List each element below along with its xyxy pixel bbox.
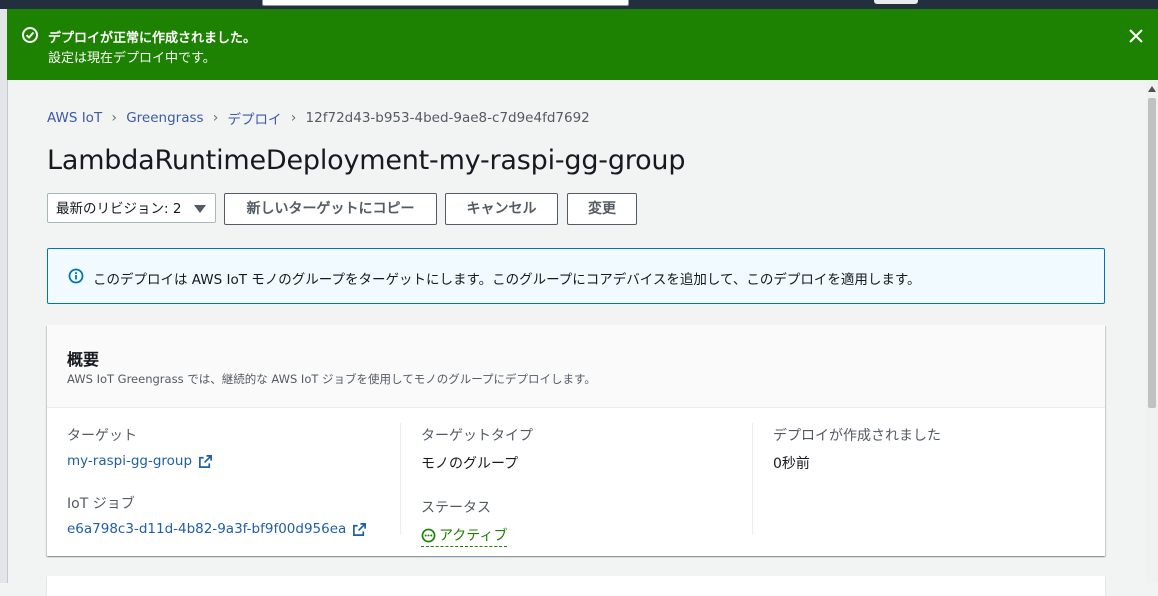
breadcrumb: AWS IoT › Greengrass › デプロイ › 12f72d43-b… [47,108,590,128]
info-alert: このデプロイは AWS IoT モノのグループをターゲットにします。このグループ… [47,248,1105,304]
close-icon[interactable] [1127,27,1145,45]
overview-header: 概要 AWS IoT Greengrass では、継続的な AWS IoT ジョ… [47,325,1105,408]
scroll-up-arrow-icon[interactable] [1148,86,1156,92]
success-flashbar: デプロイが正常に作成されました。 設定は現在デプロイ中です。 [7,9,1158,80]
page-title: LambdaRuntimeDeployment-my-raspi-gg-grou… [47,145,686,176]
overview-column-1: ターゲット my-raspi-gg-group IoT ジョブ e6a798c3… [67,425,367,537]
overview-column-3: デプロイが作成されました 0秒前 [773,425,941,473]
side-navigation-collapsed[interactable] [0,9,8,583]
status-badge[interactable]: アクティブ [421,525,508,547]
revision-select-value: 最新のリビジョン: 2 [56,201,182,217]
target-type-value: モノのグループ [421,456,519,472]
caret-down-icon [194,205,206,213]
target-link[interactable]: my-raspi-gg-group [67,453,367,469]
chevron-right-icon: › [212,110,219,126]
chevron-right-icon: › [111,110,117,126]
column-divider [752,423,753,535]
overview-description: AWS IoT Greengrass では、継続的な AWS IoT ジョブを使… [67,372,596,386]
created-label: デプロイが作成されました [773,428,941,444]
iot-job-value[interactable]: e6a798c3-d11d-4b82-9a3f-bf9f00d956ea [67,521,346,537]
scrollbar[interactable] [1146,82,1158,583]
overview-panel: 概要 AWS IoT Greengrass では、継続的な AWS IoT ジョ… [47,325,1105,556]
breadcrumb-greengrass[interactable]: Greengrass [126,110,203,126]
created-value: 0秒前 [773,456,810,472]
chevron-right-icon: › [290,110,297,126]
cancel-button[interactable]: キャンセル [445,193,558,225]
check-circle-icon [22,27,38,43]
info-icon [68,268,84,284]
change-button[interactable]: 変更 [567,193,637,225]
overview-title: 概要 [67,350,100,369]
search-input[interactable] [262,0,629,6]
breadcrumb-aws-iot[interactable]: AWS IoT [47,110,102,126]
breadcrumb-current: 12f72d43-b953-4bed-9ae8-c7d9e4fd7692 [305,110,590,126]
top-navigation-bar [0,0,1158,9]
in-progress-icon [421,528,436,542]
breadcrumb-deployments[interactable]: デプロイ [228,108,282,128]
external-link-icon[interactable] [352,522,367,537]
next-panel [47,576,1105,596]
flash-title: デプロイが正常に作成されました。 [48,31,257,46]
flash-message: 設定は現在デプロイ中です。 [48,51,216,66]
nav-pill[interactable] [874,0,918,4]
column-divider [400,423,401,535]
iot-job-link[interactable]: e6a798c3-d11d-4b82-9a3f-bf9f00d956ea [67,521,367,537]
copy-to-new-target-button[interactable]: 新しいターゲットにコピー [224,193,437,225]
target-value[interactable]: my-raspi-gg-group [67,453,192,469]
info-alert-text: このデプロイは AWS IoT モノのグループをターゲットにします。このグループ… [93,272,921,288]
external-link-icon[interactable] [198,454,213,469]
status-label: ステータス [421,500,491,516]
status-value: アクティブ [439,528,508,544]
target-label: ターゲット [67,428,137,444]
target-type-label: ターゲットタイプ [421,428,533,444]
overview-column-2: ターゲットタイプ モノのグループ ステータス アクティブ [421,425,533,547]
scrollbar-thumb[interactable] [1148,98,1156,408]
iot-job-label: IoT ジョブ [67,496,135,512]
revision-select[interactable]: 最新のリビジョン: 2 [47,193,216,223]
